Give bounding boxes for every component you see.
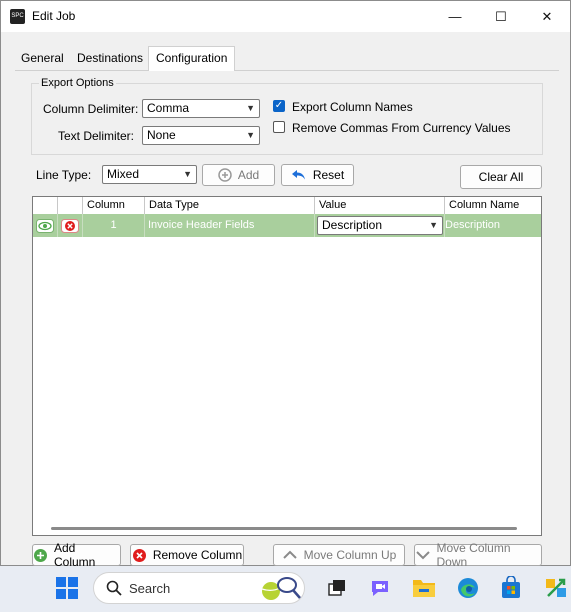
cell-column-name: Description [445, 219, 501, 231]
clear-all-button[interactable]: Clear All [460, 165, 542, 189]
grid-header-value[interactable]: Value [315, 197, 445, 214]
line-type-select[interactable]: Mixed ▼ [102, 165, 197, 184]
grid-header-column[interactable]: Column [83, 197, 145, 214]
table-row[interactable]: 1 Invoice Header Fields Description ▼ De… [33, 214, 541, 237]
export-options-group [31, 83, 543, 155]
minimize-icon: — [448, 9, 462, 24]
column-delimiter-select[interactable]: Comma ▼ [142, 99, 260, 118]
taskbar-search-box[interactable]: Search [93, 572, 305, 604]
tab-general[interactable]: General [14, 47, 71, 69]
task-view-icon[interactable] [327, 578, 347, 598]
windows-start-icon[interactable] [56, 577, 78, 599]
value-select-text: Description [322, 218, 383, 232]
edit-job-window: SPC Edit Job — ☐ ✕ General Destinations … [0, 0, 571, 569]
text-delimiter-label: Text Delimiter: [58, 129, 135, 143]
line-type-label: Line Type: [36, 168, 92, 182]
tab-destinations[interactable]: Destinations [70, 47, 150, 69]
search-icon [106, 580, 122, 596]
chevron-down-icon [416, 551, 430, 560]
chevron-down-icon: ▼ [246, 103, 255, 113]
grid-header-row: Column Data Type Value Column Name [33, 197, 541, 214]
move-column-down-button[interactable]: Move Column Down [414, 541, 542, 569]
close-icon: ✕ [541, 8, 553, 24]
clear-all-label: Clear All [478, 170, 524, 184]
cell-data-type: Invoice Header Fields [145, 214, 315, 237]
title-bar: SPC Edit Job — ☐ ✕ [1, 1, 570, 32]
remove-circle-icon [132, 548, 146, 562]
remove-commas-checkbox[interactable] [273, 121, 285, 133]
search-placeholder: Search [129, 581, 171, 596]
widget-icon[interactable] [257, 573, 303, 603]
maximize-icon: ☐ [495, 8, 507, 24]
add-column-label: Add Column [53, 541, 96, 569]
grid-header-data-type[interactable]: Data Type [145, 197, 315, 214]
move-column-down-label: Move Column Down [436, 541, 511, 569]
remove-column-button[interactable]: Remove Column [130, 544, 244, 566]
chevron-up-icon [282, 550, 297, 559]
column-delimiter-label: Column Delimiter: [43, 102, 139, 116]
minimize-button[interactable]: — [432, 1, 478, 32]
grid-header-view [33, 197, 58, 214]
line-type-value: Mixed [107, 167, 140, 181]
value-select[interactable]: Description ▼ [317, 216, 443, 235]
delete-x-icon [61, 218, 79, 233]
text-delimiter-select[interactable]: None ▼ [142, 126, 260, 145]
remove-commas-label: Remove Commas From Currency Values [292, 121, 511, 135]
edge-icon[interactable] [457, 577, 479, 599]
column-delimiter-value: Comma [147, 101, 190, 115]
reset-button[interactable]: Reset [281, 164, 354, 186]
view-row-button[interactable] [33, 214, 58, 237]
text-delimiter-value: None [147, 128, 176, 142]
remove-column-label: Remove Column [152, 548, 243, 562]
maximize-button[interactable]: ☐ [478, 1, 524, 32]
store-icon[interactable] [500, 576, 522, 600]
add-column-button[interactable]: Add Column [32, 541, 121, 569]
move-column-up-label: Move Column Up [303, 548, 397, 562]
app-icon[interactable] [544, 576, 568, 600]
add-line-label: Add [237, 168, 260, 182]
grid-header-column-name[interactable]: Column Name [445, 197, 541, 214]
plus-circle-icon [218, 168, 232, 182]
undo-arrow-icon [291, 170, 305, 180]
reset-label: Reset [312, 168, 345, 182]
export-column-names-checkbox[interactable]: ✓ [273, 100, 285, 112]
chevron-down-icon: ▼ [429, 220, 438, 230]
export-options-title: Export Options [39, 77, 116, 89]
delete-row-button[interactable] [58, 214, 83, 237]
chat-icon[interactable] [369, 577, 391, 599]
close-button[interactable]: ✕ [524, 1, 570, 32]
plus-circle-icon [34, 548, 47, 562]
export-column-names-label: Export Column Names [292, 100, 413, 114]
eye-icon [36, 218, 54, 233]
add-line-button[interactable]: Add [202, 164, 275, 186]
file-explorer-icon[interactable] [412, 577, 436, 599]
columns-grid[interactable]: Column Data Type Value Column Name 1 Inv… [32, 196, 542, 536]
chevron-down-icon: ▼ [183, 169, 192, 179]
move-column-up-button[interactable]: Move Column Up [273, 544, 405, 566]
tab-configuration[interactable]: Configuration [148, 46, 236, 71]
app-logo-icon: SPC [10, 9, 25, 24]
window-title: Edit Job [32, 9, 76, 23]
cell-value: Description ▼ [315, 214, 445, 237]
horizontal-scrollbar[interactable] [51, 527, 517, 530]
chevron-down-icon: ▼ [246, 130, 255, 140]
cell-column: 1 [83, 214, 145, 237]
grid-header-delete [58, 197, 83, 214]
